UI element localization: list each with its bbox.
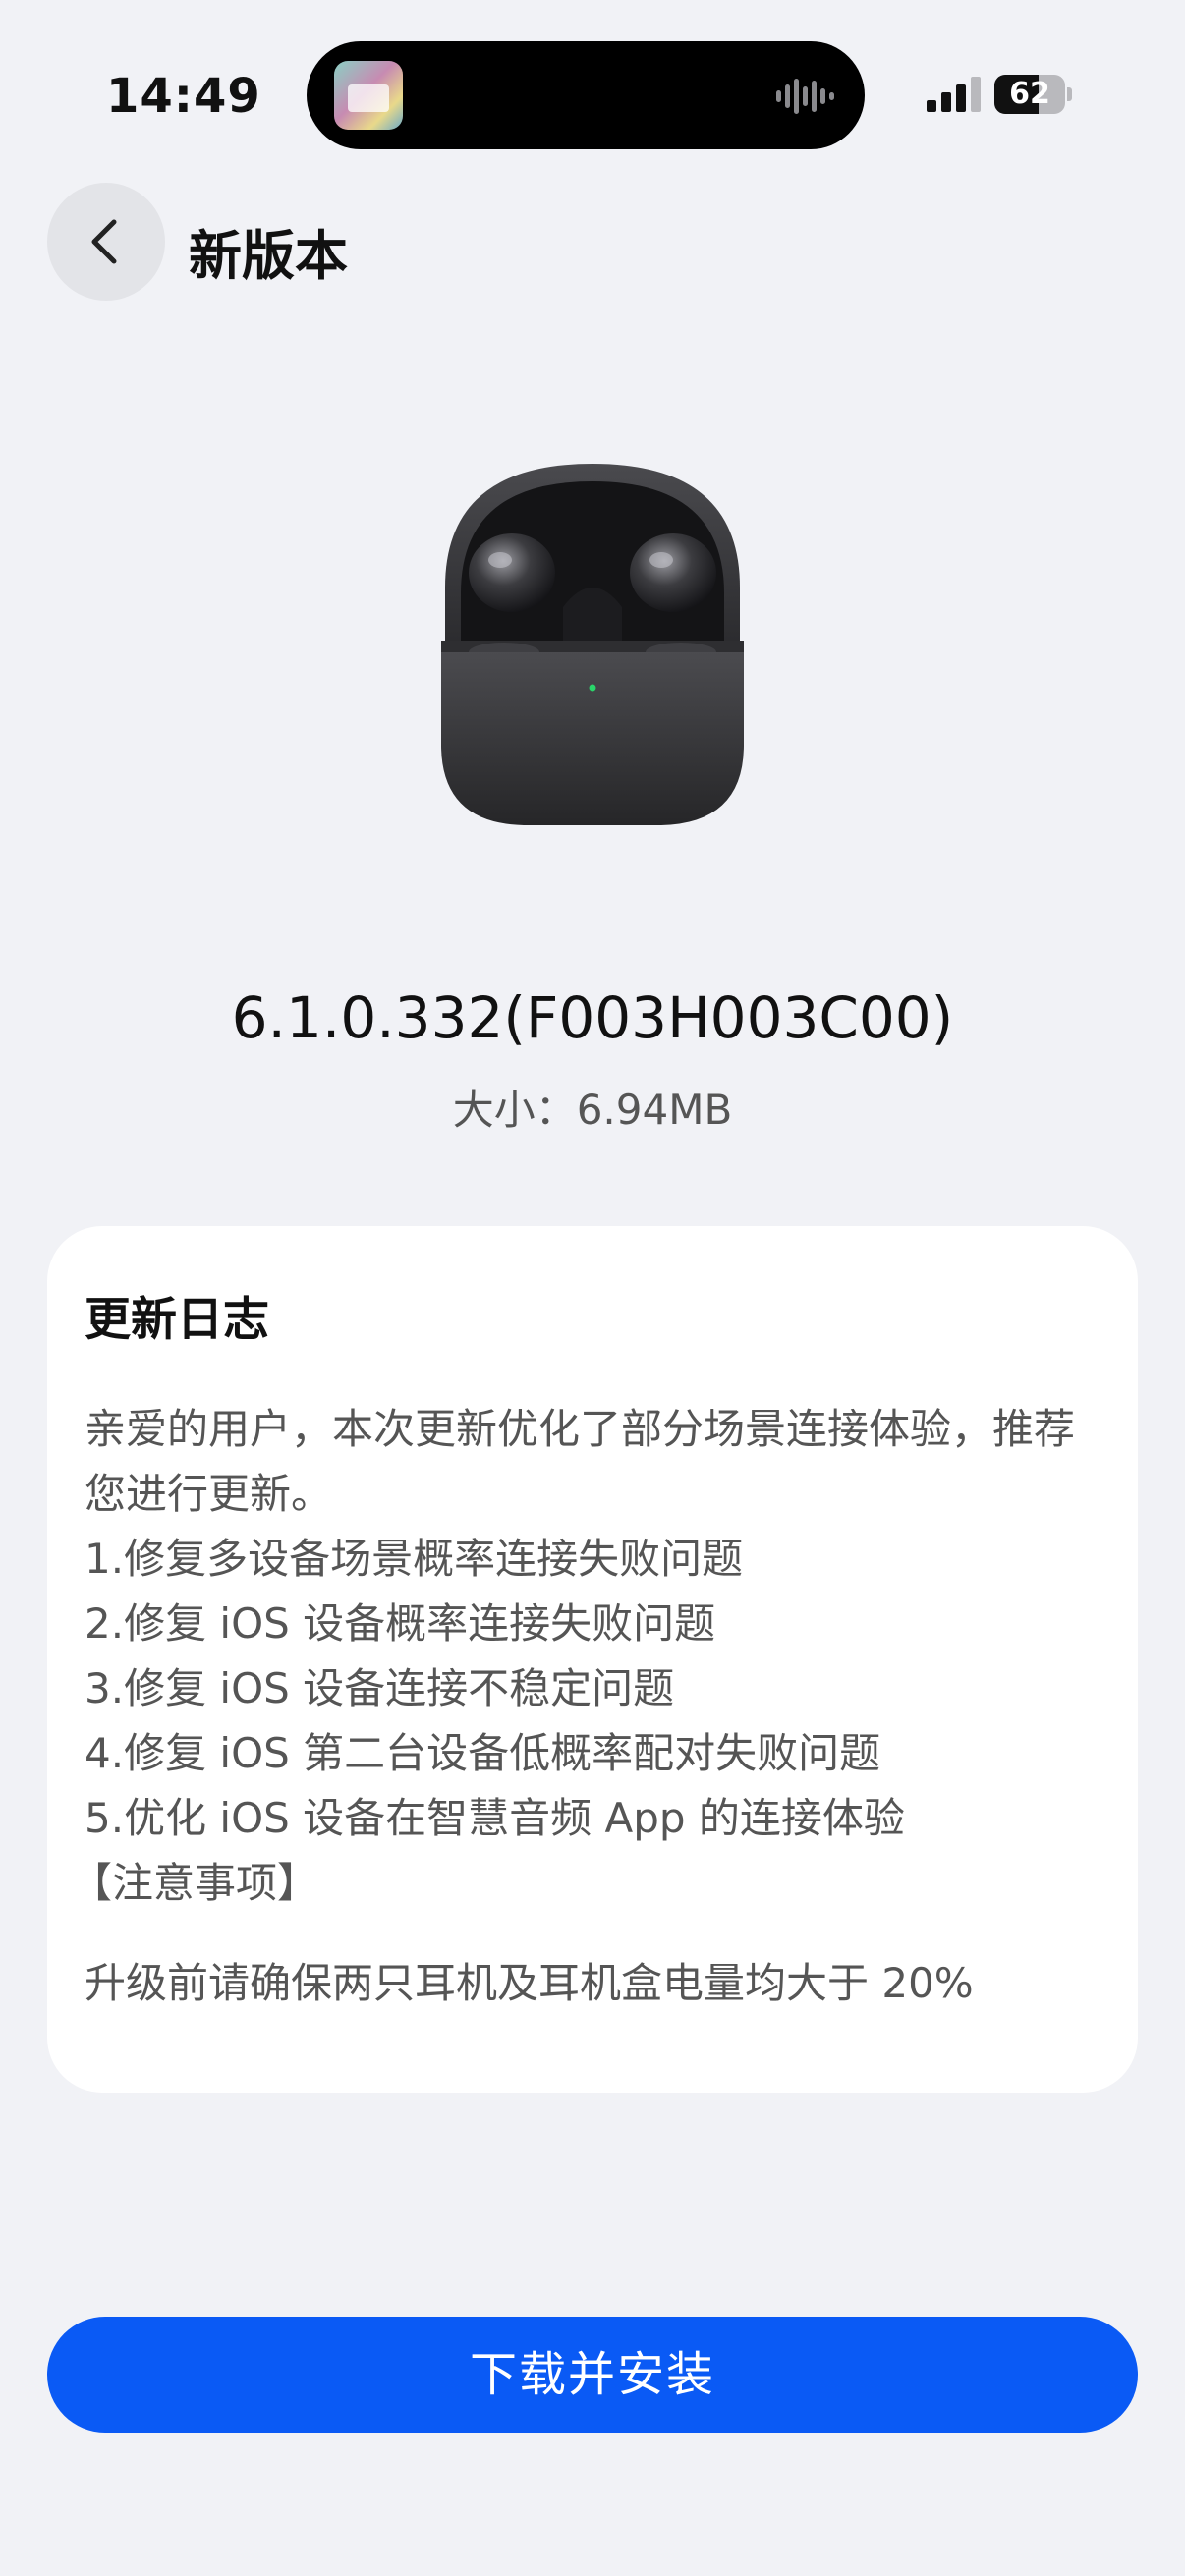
status-time: 14:49 — [106, 69, 261, 124]
earbuds-case-image — [441, 464, 744, 825]
changelog-item: 3.修复 iOS 设备连接不稳定问题 — [85, 1664, 675, 1712]
back-button[interactable] — [47, 183, 165, 301]
changelog-list: 1.修复多设备场景概率连接失败问题 2.修复 iOS 设备概率连接失败问题 3.… — [85, 1527, 905, 1851]
chevron-left-icon — [91, 219, 117, 264]
dynamic-island[interactable] — [307, 41, 865, 149]
page-title: 新版本 — [189, 225, 348, 287]
changelog-item: 2.修复 iOS 设备概率连接失败问题 — [85, 1599, 716, 1648]
cellular-signal-icon — [927, 77, 981, 112]
changelog-item: 1.修复多设备场景概率连接失败问题 — [85, 1535, 744, 1583]
battery-tip — [1067, 87, 1072, 101]
firmware-version: 6.1.0.332(F003H003C00) — [231, 984, 954, 1051]
download-install-button[interactable]: 下载并安装 — [47, 2317, 1138, 2433]
status-bar: 14:49 62 — [0, 0, 1185, 187]
audio-waveform-icon — [776, 79, 834, 114]
changelog-intro: 亲爱的用户，本次更新优化了部分场景连接体验，推荐您进行更新。 — [85, 1405, 1076, 1518]
battery-icon: 62 — [994, 75, 1072, 114]
firmware-size: 大小：6.94MB — [452, 1086, 733, 1134]
changelog-item: 5.优化 iOS 设备在智慧音频 App 的连接体验 — [85, 1794, 905, 1842]
battery-body: 62 — [994, 75, 1065, 114]
notice-text: 升级前请确保两只耳机及耳机盒电量均大于 20% — [85, 1959, 974, 2007]
changelog-title: 更新日志 — [85, 1293, 269, 1347]
battery-percentage: 62 — [1009, 77, 1050, 111]
notice-title: 【注意事项】 — [71, 1859, 319, 1907]
changelog-card: 更新日志 亲爱的用户，本次更新优化了部分场景连接体验，推荐您进行更新。 1.修复… — [47, 1226, 1138, 2093]
changelog-item: 4.修复 iOS 第二台设备低概率配对失败问题 — [85, 1729, 881, 1777]
now-playing-artwork — [334, 61, 403, 130]
